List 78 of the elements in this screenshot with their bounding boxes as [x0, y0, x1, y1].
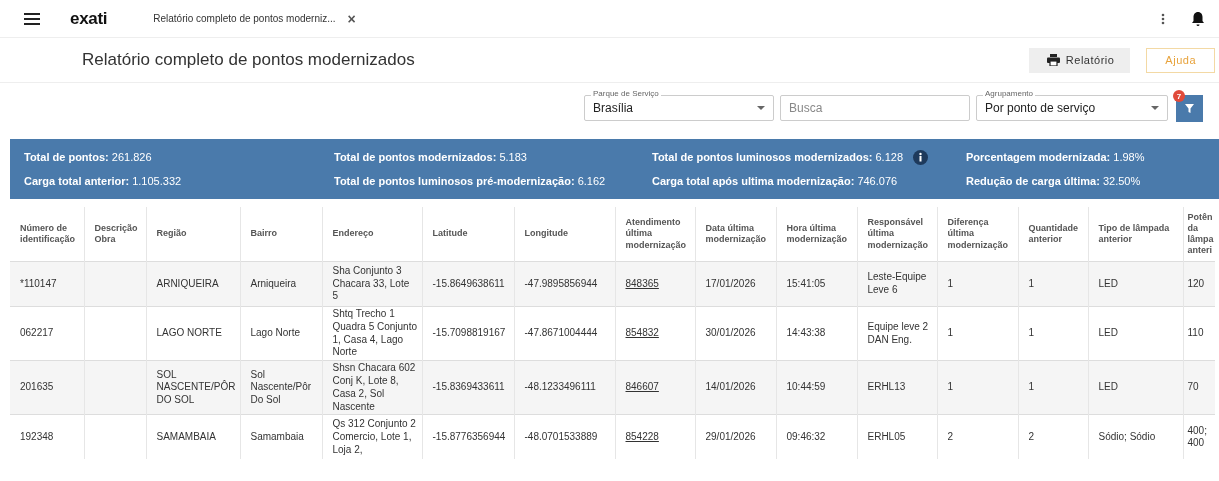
table-cell: -15.8776356944 [432, 430, 506, 442]
page-title: Relatório completo de pontos modernizados [82, 50, 415, 70]
info-icon[interactable] [913, 149, 928, 165]
table-cell: Samambaia [250, 430, 304, 442]
table-cell: SAMAMBAIA [156, 430, 216, 442]
summary-stat: Redução de carga última: 32.50% [966, 175, 1141, 187]
summary-stat: Carga total após ultima modernização: 746.076 [652, 175, 898, 187]
table-cell: ARNIQUEIRA [156, 277, 219, 289]
table-cell: 14/01/2026 [705, 381, 756, 393]
caret-icon [757, 106, 765, 110]
table-cell: LAGO NORTE [156, 327, 222, 339]
printer-icon [1046, 54, 1060, 66]
table-cell: 70 [1187, 381, 1199, 393]
table-cell: 1 [947, 327, 954, 339]
table-cell: -47.8671004444 [524, 327, 598, 339]
search-field[interactable]: Busca [780, 95, 970, 121]
summary-stat: Total de pontos luminosos pré-modernização: 6.162 [334, 175, 606, 187]
table-cell: LED [1098, 277, 1118, 289]
table-cell: Shtq Trecho 1 Quadra 5 Conjunto 1, Casa 4, Lago Norte [332, 308, 417, 358]
table-cell: SOL NASCENTE/PÔR DO SOL [156, 368, 236, 406]
table-cell: 201635 [20, 381, 54, 393]
table-cell: -48.0701533889 [524, 430, 598, 442]
filter-icon [1185, 103, 1194, 113]
table-cell: -15.8649638611 [432, 277, 505, 289]
table-cell: ERHL13 [867, 381, 906, 393]
table-cell: 1 [1028, 327, 1035, 339]
table-cell: 29/01/2026 [705, 430, 756, 442]
table-cell: -15.8369433611 [432, 381, 505, 393]
table-cell: Sódio; Sódio [1098, 430, 1156, 442]
table-cell: 192348 [20, 430, 54, 442]
summary-stat: Total de pontos modernizados: 5.183 [334, 151, 527, 163]
table-cell: Sha Conjunto 3 Chacara 33, Lote 5 [332, 264, 410, 302]
table-cell: 1 [947, 381, 954, 393]
filter-count-badge: 7 [1173, 90, 1185, 102]
summary-stat: Carga total anterior: 1.105.332 [24, 175, 182, 187]
service-link[interactable]: 854228 [625, 430, 659, 442]
table-cell: ERHL05 [867, 430, 906, 442]
table-cell: Qs 312 Conjunto 2 Comercio, Lote 1, Loja 2, [332, 418, 416, 455]
filter-button[interactable] [1176, 94, 1203, 122]
column-header: Número de identificação [10, 207, 84, 262]
service-link[interactable]: 848365 [625, 277, 659, 289]
table-cell: 15:41:05 [786, 277, 826, 289]
table-cell: -15.7098819167 [432, 327, 506, 339]
table-cell: Equipe leve 2 DAN Eng. [867, 320, 929, 345]
table-cell: 2 [947, 430, 954, 442]
summary-stat: Total de pontos luminosos modernizados: 6.128 [652, 151, 903, 163]
table-cell: 14:43:38 [786, 327, 826, 339]
menu-icon[interactable] [22, 10, 42, 27]
table-cell: 1 [1028, 277, 1035, 289]
page-tab[interactable]: Relatório completo de pontos moderniz... × [153, 11, 356, 26]
table-cell: Arniqueira [250, 277, 297, 289]
table-cell: 09:46:32 [786, 430, 826, 442]
table-cell: Leste-Equipe Leve 6 [867, 271, 927, 295]
table-cell: 2 [1028, 430, 1035, 442]
report-button[interactable]: Relatório [1028, 47, 1131, 73]
table-cell: 062217 [20, 327, 54, 339]
table-cell: 400; 400 [1187, 424, 1207, 449]
table-cell: Lago Norte [250, 327, 300, 339]
summary-stat: Porcentagem modernizada: 1.98% [966, 151, 1145, 163]
table-cell: Shsn Chacara 602 Conj K, Lote 8, Casa 2, Sol Nascente [332, 362, 416, 412]
table-cell: 10:44:59 [786, 381, 826, 393]
service-link[interactable]: 846607 [625, 381, 659, 393]
table-cell: -47.9895856944 [524, 277, 598, 289]
table-cell: Sol Nascente/Pôr Do Sol [250, 368, 312, 406]
table-cell: 1 [1028, 381, 1035, 393]
table-cell: 30/01/2026 [705, 327, 756, 339]
service-link[interactable]: 854832 [625, 327, 659, 339]
summary-stat: Total de pontos: 261.826 [24, 151, 152, 163]
table-cell: 17/01/2026 [705, 277, 756, 289]
table-cell: LED [1098, 327, 1118, 339]
table-cell: 110 [1187, 327, 1204, 339]
table-cell: LED [1098, 381, 1118, 393]
caret-icon [1151, 106, 1159, 110]
logo: exati [70, 8, 108, 29]
table-cell: -48.1233496111 [524, 381, 596, 393]
table-cell: 1 [947, 277, 954, 289]
table-cell: *110147 [20, 277, 57, 289]
table-cell: 120 [1187, 277, 1205, 289]
